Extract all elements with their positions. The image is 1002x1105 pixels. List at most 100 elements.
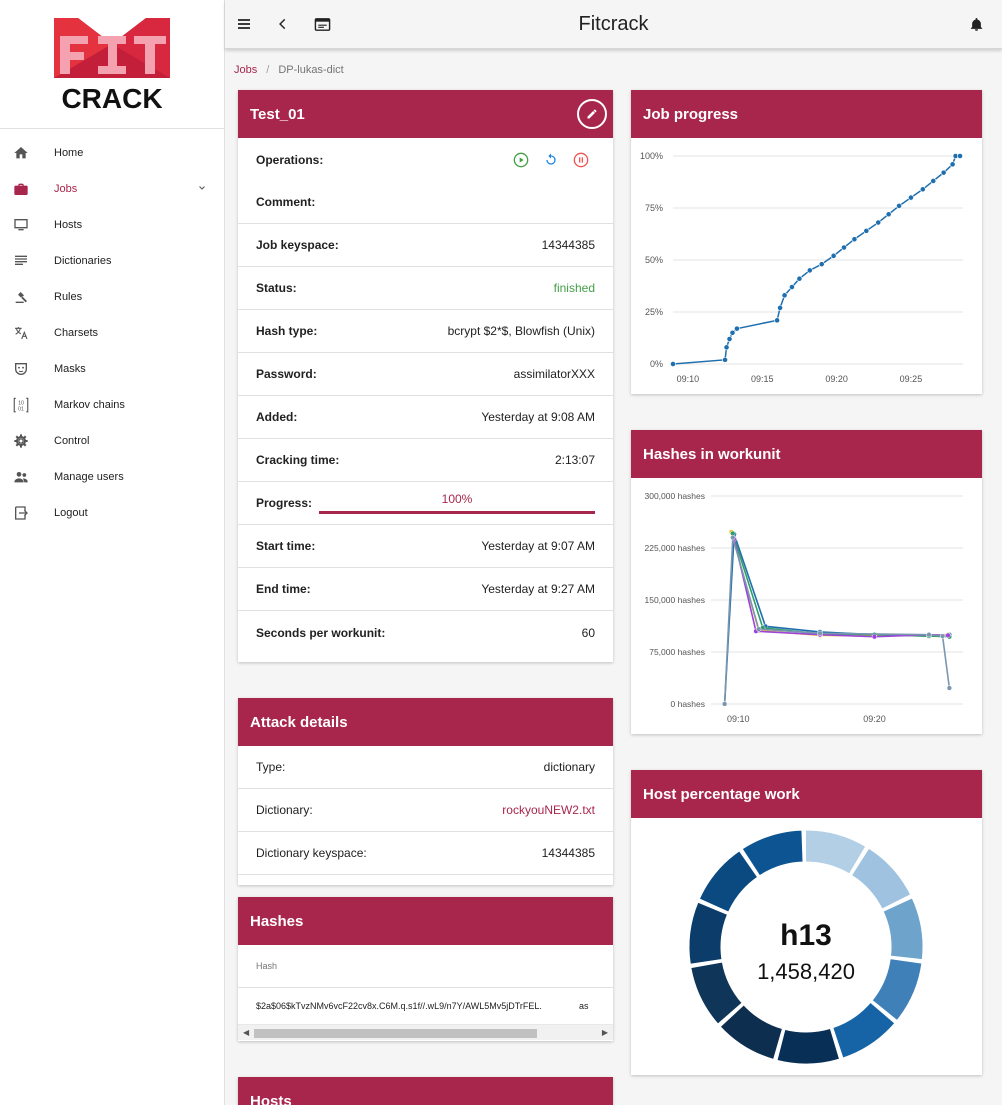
data-point: [875, 219, 882, 226]
sidebar-nav: Home Jobs Hosts Dictionaries Rules Chars…: [0, 129, 224, 531]
y-tick-label: 75,000 hashes: [649, 647, 705, 657]
table-row: $2a$06$kTvzNMv6vcF22cv8x.C6M.q.s1f//.wL9…: [238, 988, 613, 1024]
hashes-header: Hashes: [238, 897, 613, 945]
window-icon[interactable]: [312, 14, 332, 34]
hash-type-label: Hash type:: [256, 324, 318, 338]
y-tick-label: 0%: [650, 359, 663, 369]
fitcrack-logo[interactable]: CRACK: [0, 0, 224, 129]
x-tick-label: 09:10: [677, 374, 700, 384]
breadcrumb-current: DP-lukas-dict: [278, 64, 344, 76]
sidebar-item-rules[interactable]: Rules: [0, 279, 224, 315]
hosts-header: Hosts: [238, 1077, 613, 1105]
attack-details-card: Attack details Type: dictionary Dictiona…: [238, 698, 613, 885]
chevron-down-icon[interactable]: [196, 182, 208, 197]
y-tick-label: 50%: [645, 255, 663, 265]
added-label: Added:: [256, 410, 298, 424]
data-point: [841, 244, 847, 251]
data-point: [818, 261, 825, 268]
y-tick-label: 0 hashes: [671, 699, 706, 709]
horizontal-scrollbar[interactable]: ◀ ▶: [238, 1024, 613, 1040]
back-icon[interactable]: [273, 14, 293, 34]
sidebar-item-jobs[interactable]: Jobs: [0, 171, 224, 207]
edit-job-button[interactable]: [577, 99, 607, 129]
x-tick-label: 09:20: [863, 714, 886, 724]
data-point: [730, 534, 736, 541]
bell-icon[interactable]: [966, 14, 986, 34]
data-point: [946, 685, 953, 691]
pencil-icon: [587, 109, 597, 119]
play-icon[interactable]: [513, 152, 529, 168]
data-point: [789, 284, 795, 290]
data-point: [926, 632, 932, 638]
sidebar-item-control[interactable]: Control: [0, 423, 224, 459]
data-point: [830, 252, 837, 259]
attack-type-row: Type: dictionary: [238, 746, 613, 789]
data-point: [957, 153, 963, 159]
sidebar-item-markov-chains[interactable]: 10 01 Markov chains: [0, 387, 224, 423]
hosts-card: Hosts: [238, 1077, 613, 1105]
data-point: [939, 633, 946, 639]
data-point: [871, 634, 878, 640]
menu-icon[interactable]: [234, 14, 254, 34]
pie-slice: [688, 901, 729, 965]
hashes-in-workunit-header: Hashes in workunit: [631, 430, 982, 478]
breadcrumb-jobs-link[interactable]: Jobs: [234, 64, 257, 76]
data-point: [756, 626, 762, 632]
status-row: Status: finished: [238, 267, 613, 310]
end-time-value: Yesterday at 9:27 AM: [481, 582, 595, 596]
attack-details-header: Attack details: [238, 698, 613, 746]
text-lines-icon: [12, 252, 30, 270]
host-percentage-header: Host percentage work: [631, 770, 982, 818]
seconds-per-workunit-row: Seconds per workunit: 60: [238, 611, 613, 654]
sidebar-item-label: Dictionaries: [54, 255, 112, 267]
data-point: [729, 329, 736, 336]
operations-label: Operations:: [256, 152, 324, 167]
progress-bar: 100%: [319, 492, 595, 514]
data-point: [930, 178, 937, 184]
sidebar-item-label: Logout: [54, 507, 88, 519]
sidebar-item-masks[interactable]: Masks: [0, 351, 224, 387]
sidebar-item-label: Hosts: [54, 219, 83, 231]
data-point: [863, 227, 870, 234]
hash-column-header[interactable]: Hash: [238, 945, 613, 988]
restart-icon[interactable]: [543, 152, 559, 168]
added-row: Added: Yesterday at 9:08 AM: [238, 396, 613, 439]
data-point: [774, 317, 781, 324]
sidebar-item-charsets[interactable]: Charsets: [0, 315, 224, 351]
added-value: Yesterday at 9:08 AM: [481, 410, 595, 424]
scroll-right-icon[interactable]: ▶: [602, 1028, 608, 1037]
sidebar-item-hosts[interactable]: Hosts: [0, 207, 224, 243]
mask-icon: [12, 360, 30, 378]
pause-icon[interactable]: [573, 152, 589, 168]
sidebar-item-logout[interactable]: Logout: [0, 495, 224, 531]
end-time-label: End time:: [256, 582, 311, 596]
data-point: [949, 161, 956, 168]
sidebar-item-label: Manage users: [54, 471, 124, 483]
hashes-in-workunit-chart: 300,000 hashes 225,000 hashes 150,000 hash…: [645, 491, 963, 724]
y-tick-label: 225,000 hashes: [645, 543, 706, 553]
sidebar-item-label: Rules: [54, 291, 83, 303]
hash-type-row: Hash type: bcrypt $2*$, Blowfish (Unix): [238, 310, 613, 353]
job-progress-header: Job progress: [631, 90, 982, 138]
sidebar-item-manage-users[interactable]: Manage users: [0, 459, 224, 495]
dictionary-link[interactable]: rockyouNEW2.txt: [502, 803, 595, 817]
hashes-in-workunit-card: Hashes in workunit 300,000 hashes 225,000…: [631, 430, 982, 734]
data-point: [919, 186, 926, 193]
data-point: [796, 275, 803, 282]
scrollbar-thumb[interactable]: [254, 1029, 537, 1038]
sidebar-item-home[interactable]: Home: [0, 135, 224, 171]
data-point: [940, 169, 947, 176]
sidebar-item-dictionaries[interactable]: Dictionaries: [0, 243, 224, 279]
y-tick-label: 75%: [645, 203, 663, 213]
job-progress-chart: 100% 75% 50% 25% 0% 09:10 09:15 09:20 09:25: [640, 151, 963, 384]
host-percentage-card: Host percentage work h13 1,458,420: [631, 770, 982, 1075]
y-tick-label: 100%: [640, 151, 663, 161]
data-point: [722, 356, 728, 363]
seconds-per-workunit-value: 60: [581, 625, 595, 640]
password-row: Password: assimilatorXXX: [238, 353, 613, 396]
logo-text: CRACK: [61, 83, 162, 112]
dictionary-label: Dictionary:: [256, 803, 313, 817]
scroll-left-icon[interactable]: ◀: [243, 1028, 249, 1037]
svg-text:10: 10: [18, 400, 24, 406]
hash-type-value: bcrypt $2*$, Blowfish (Unix): [447, 324, 595, 338]
